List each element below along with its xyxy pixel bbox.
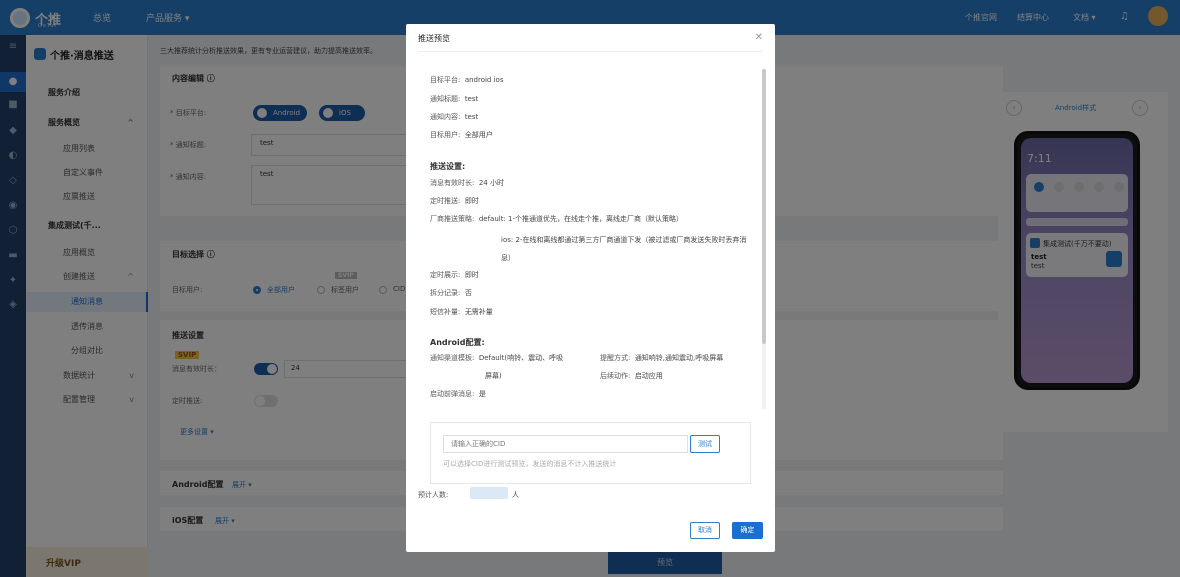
remind-row: 提醒方式: 通知响铃,通知震动,呼吸屏幕 [600,353,723,363]
preview-row-key: 短信补量: [430,308,461,316]
cid-test-box: 测试 可以选择CID进行测试预览，发送的消息不计入推送统计 [430,422,751,484]
cancel-button[interactable]: 取消 [690,522,720,539]
preview-row: 消息有效时长: 24 小时 [430,178,504,188]
push-settings-section-title: 推送设置: [430,162,466,171]
preview-row-value: 即时 [464,197,479,205]
remind-key: 提醒方式: [600,354,631,362]
follow-row: 后续动作: 启动应用 [600,371,663,381]
preview-row: 定时展示: 即时 [430,270,479,280]
preview-row: 厂商推送策略: default: 1-个推通道优先，在线走个推，离线走厂商（默认… [430,214,683,224]
preview-row: 拆分记录: 否 [430,288,472,298]
preview-row-value: test [464,113,479,121]
remind-value: 通知响铃,通知震动,呼吸屏幕 [634,354,724,362]
preview-row: 通知内容: test [430,112,478,122]
preview-row: 目标用户: 全部用户 [430,130,493,140]
ios-strategy-line2: 息） [501,254,515,262]
ios-strategy-line1: ios: 2-在线和离线都通过第三方厂商通道下发（被过滤或厂商发送失败时丢弃消 [501,236,747,244]
preview-row: 目标平台: android ios [430,75,503,85]
preview-row-key: 目标平台: [430,76,461,84]
estimate-value-blurred [470,487,508,499]
android-template-row: 通知渠道模板: Default(响铃、震动、呼吸 [430,353,563,363]
android-template-key: 通知渠道模板: [430,354,475,362]
follow-value: 启动应用 [634,372,663,380]
estimate-unit: 人 [512,491,519,499]
close-icon[interactable]: ✕ [755,32,763,43]
follow-key: 后续动作: [600,372,631,380]
modal-divider [418,51,763,52]
preview-row-key: 定时展示: [430,271,461,279]
cid-input[interactable] [443,435,688,453]
preview-row-key: 拆分记录: [430,289,461,297]
popup-value: 是 [478,390,486,398]
preview-row-value: android ios [464,76,504,84]
preview-row-key: 消息有效时长: [430,179,475,187]
preview-row-key: 定时推送: [430,197,461,205]
cid-hint: 可以选择CID进行测试预览，发送的消息不计入推送统计 [443,460,617,468]
preview-row-key: 目标用户: [430,131,461,139]
push-preview-modal: 推送预览 ✕ 目标平台: android ios 通知标题: test 通知内容: … [406,24,775,552]
preview-row-value: 即时 [464,271,479,279]
popup-row: 启动前弹消息: 是 [430,389,486,399]
preview-row-value: test [464,95,479,103]
modal-title: 推送预览 [418,34,450,43]
test-button[interactable]: 测试 [690,435,720,453]
preview-row-key: 厂商推送策略: [430,215,475,223]
popup-key: 启动前弹消息: [430,390,475,398]
android-section-title: Android配置: [430,338,485,347]
confirm-button[interactable]: 确定 [732,522,763,539]
preview-row: 通知标题: test [430,94,478,104]
preview-row-key: 通知标题: [430,95,461,103]
android-template-value: Default(响铃、震动、呼吸 [478,354,564,362]
estimate-label: 预计人数: [418,491,449,499]
preview-row-value: 全部用户 [464,131,493,139]
preview-row: 定时推送: 即时 [430,196,479,206]
preview-row-value: default: 1-个推通道优先，在线走个推，离线走厂商（默认策略） [478,215,684,223]
preview-row: 短信补量: 无需补量 [430,307,493,317]
preview-row-value: 无需补量 [464,308,493,316]
preview-row-key: 通知内容: [430,113,461,121]
estimate-row: 预计人数: [418,490,448,500]
android-template-value2: 屏幕) [485,372,502,380]
preview-row-value: 否 [464,289,472,297]
preview-row-value: 24 小时 [478,179,504,187]
modal-scrollbar-thumb[interactable] [762,69,766,344]
